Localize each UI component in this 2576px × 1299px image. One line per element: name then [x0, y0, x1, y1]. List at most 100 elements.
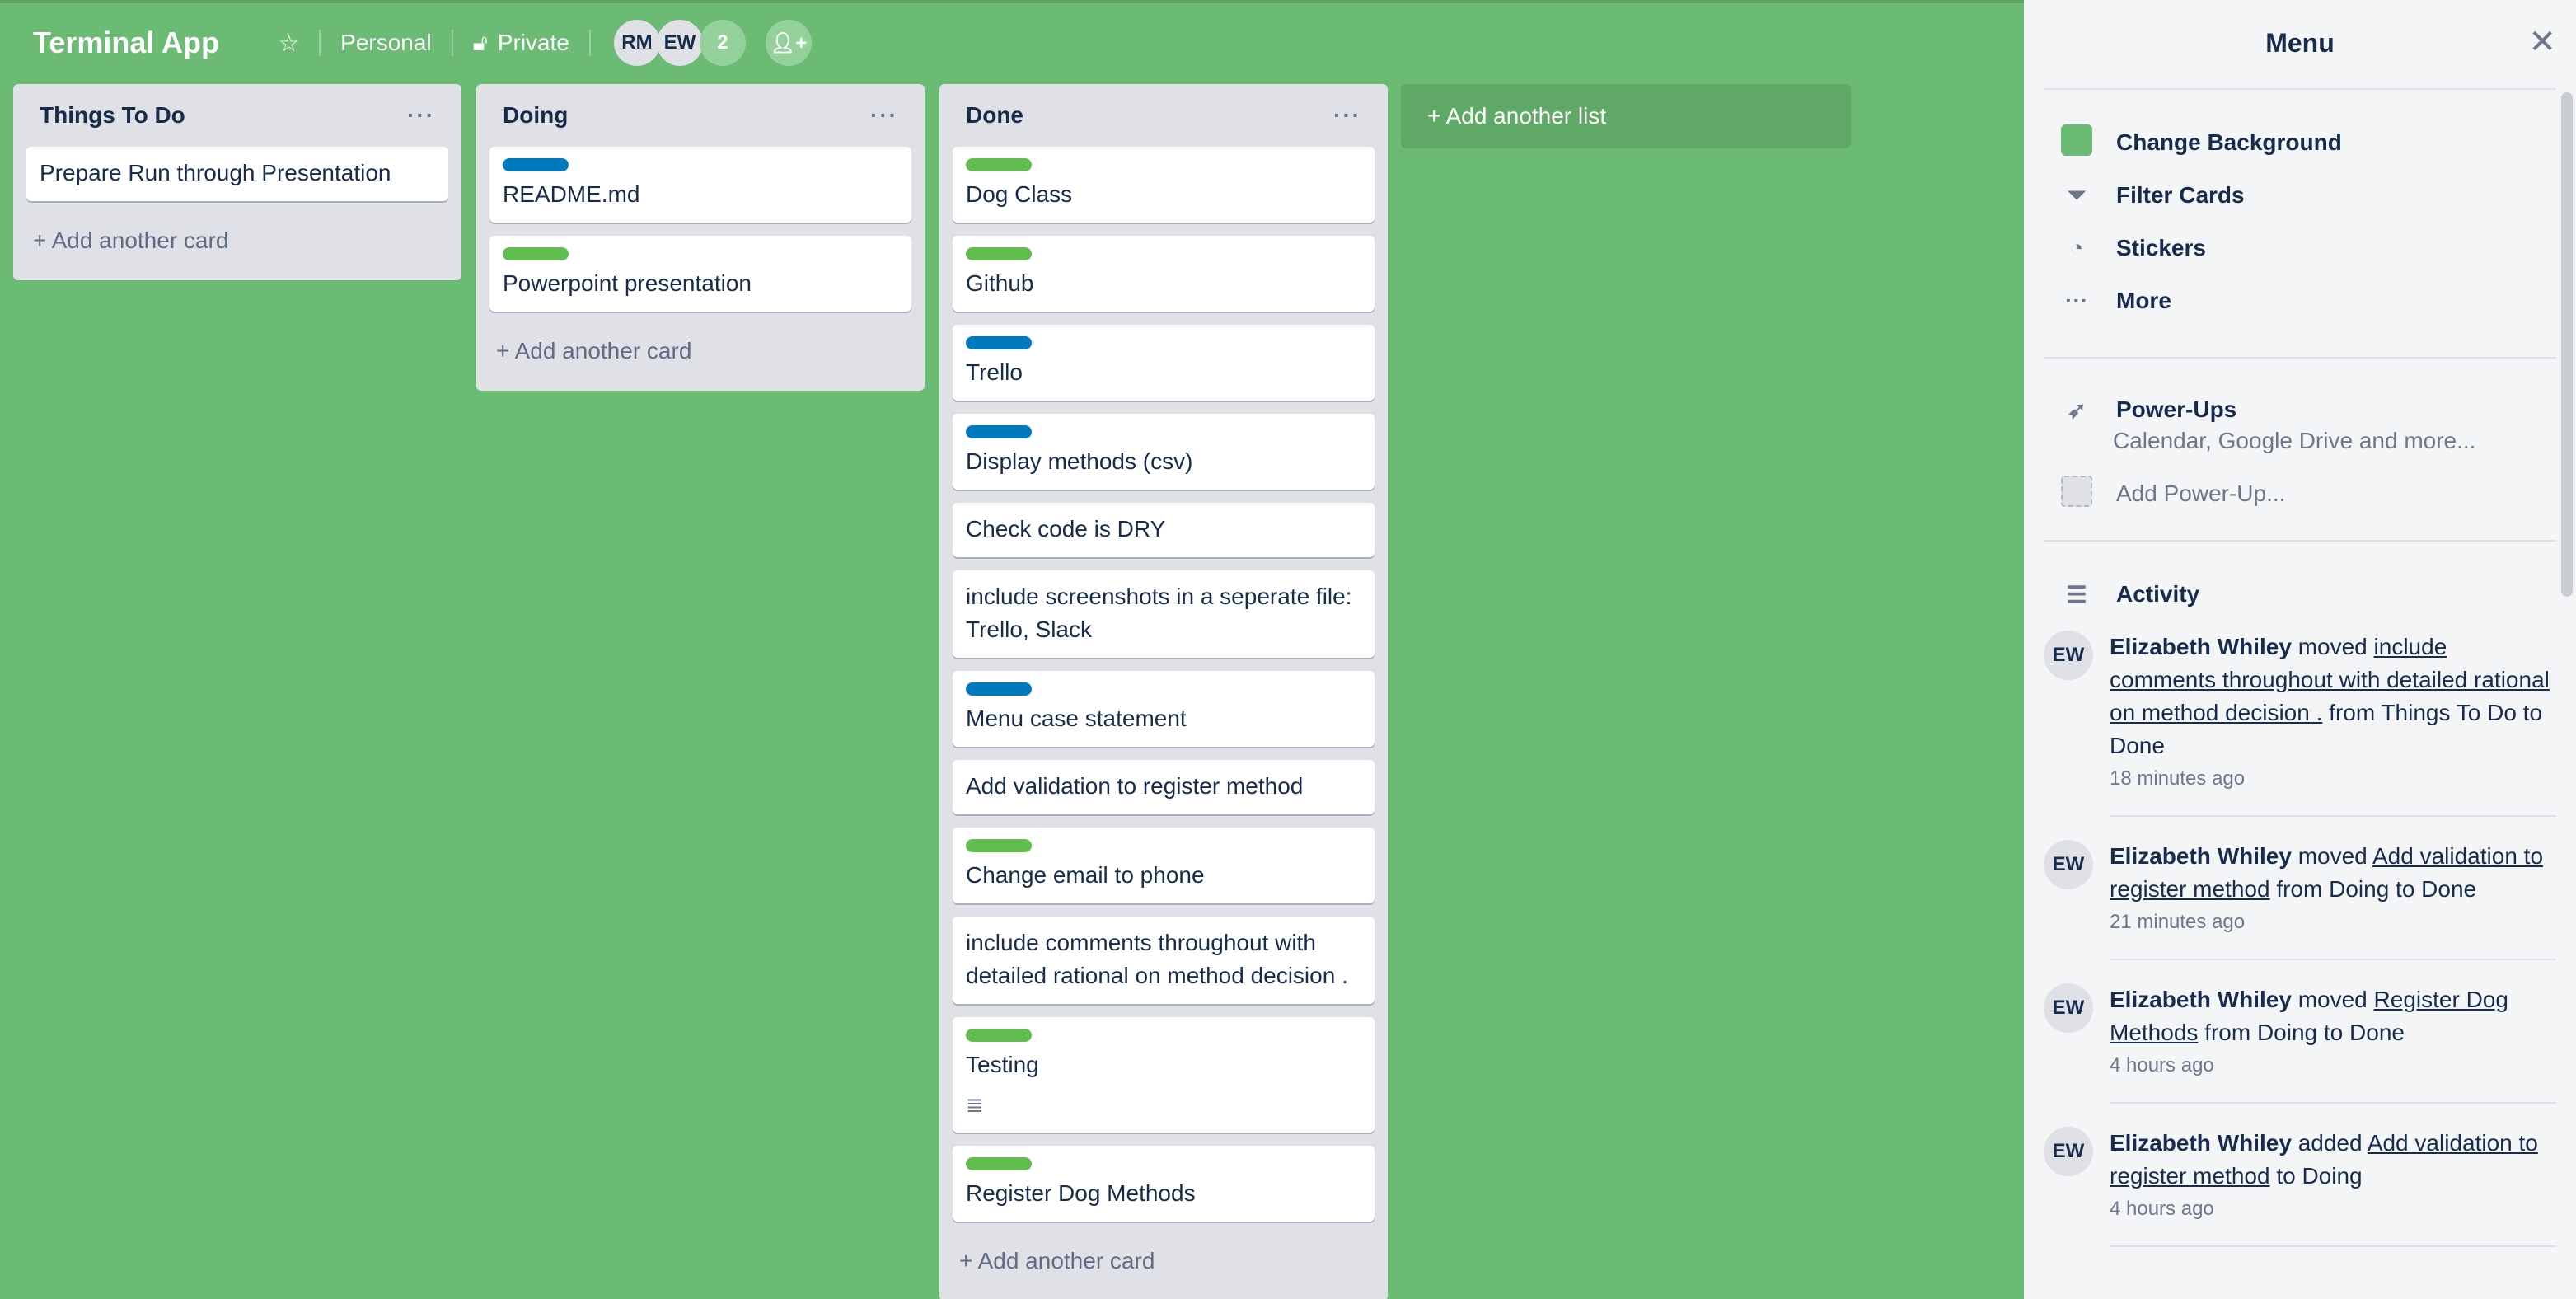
list-name[interactable]: Doing: [503, 102, 568, 129]
activity-time[interactable]: 4 hours ago: [2110, 1049, 2556, 1082]
menu-item-label: Stickers: [2116, 235, 2206, 260]
menu-item-stickers[interactable]: ◔ Stickers: [2024, 222, 2576, 274]
more-icon[interactable]: ···: [1333, 102, 1361, 129]
activity-rest: to Doing: [2269, 1163, 2363, 1189]
activity-text: Elizabeth Whiley moved Add validation to…: [2110, 840, 2556, 960]
list-name[interactable]: Things To Do: [40, 102, 185, 129]
card[interactable]: Prepare Run through Presentation: [26, 147, 448, 201]
color-swatch-icon: [2061, 124, 2092, 156]
add-member-icon[interactable]: 👤︎+: [765, 20, 812, 66]
close-icon[interactable]: ✕: [2528, 23, 2556, 61]
visibility-label: Private: [497, 30, 569, 55]
menu-title: Menu: [2265, 28, 2335, 58]
visibility-button[interactable]: 🔓︎ Private: [453, 30, 589, 57]
card[interactable]: Powerpoint presentation: [489, 236, 911, 312]
activity-user[interactable]: Elizabeth Whiley: [2110, 843, 2292, 869]
activity-user[interactable]: Elizabeth Whiley: [2110, 987, 2292, 1012]
menu-panel: Menu ✕ Change Background ⏷ Filter Cards ◔…: [2024, 0, 2576, 1299]
board: Terminal App ☆ Personal 🔓︎ Private RM EW …: [0, 0, 2576, 1299]
activity-user[interactable]: Elizabeth Whiley: [2110, 1130, 2292, 1156]
avatar[interactable]: EW: [2044, 840, 2093, 889]
avatar[interactable]: EW: [2044, 1127, 2093, 1176]
card-title: Register Dog Methods: [966, 1180, 1196, 1206]
power-ups-description: Calendar, Google Drive and more...: [2113, 428, 2476, 453]
activity-item: EW Elizabeth Whiley added Add validation…: [2024, 1127, 2576, 1247]
activity-icon: ☰: [2066, 581, 2087, 607]
activity-rest: from Doing to Done: [2269, 876, 2477, 902]
avatar[interactable]: EW: [2044, 983, 2093, 1033]
menu-item-change-background[interactable]: Change Background: [2024, 116, 2576, 169]
list-name[interactable]: Done: [966, 102, 1023, 129]
scrollbar[interactable]: [2561, 92, 2573, 597]
activity-text: Elizabeth Whiley moved Register Dog Meth…: [2110, 983, 2556, 1104]
card-label: [966, 247, 1032, 260]
activity-verb: moved: [2291, 634, 2374, 659]
menu-item-power-ups[interactable]: ➶ Power-Ups: [2024, 392, 2576, 428]
menu-item-more[interactable]: ··· More: [2024, 274, 2576, 327]
card[interactable]: README.md: [489, 147, 911, 223]
card[interactable]: Add validation to register method: [953, 760, 1375, 814]
activity-text: Elizabeth Whiley moved include comments …: [2110, 631, 2556, 817]
card-title: include comments throughout with detaile…: [966, 930, 1348, 988]
card-title: Github: [966, 270, 1034, 296]
card[interactable]: Check code is DRY: [953, 503, 1375, 557]
divider: [2044, 540, 2556, 542]
divider: [2044, 357, 2556, 359]
board-title[interactable]: Terminal App: [33, 26, 219, 60]
add-card-button[interactable]: + Add another card: [489, 325, 911, 384]
list-header: Doing ···: [489, 84, 911, 147]
card[interactable]: Dog Class: [953, 147, 1375, 223]
activity-time[interactable]: 4 hours ago: [2110, 1193, 2556, 1226]
add-power-up-button[interactable]: Add Power-Up...: [2024, 467, 2576, 520]
add-list-button[interactable]: + Add another list: [1401, 84, 1851, 148]
avatar[interactable]: RM: [613, 20, 660, 66]
card[interactable]: Menu case statement: [953, 671, 1375, 747]
card-title: Add validation to register method: [966, 773, 1304, 799]
card[interactable]: Register Dog Methods: [953, 1146, 1375, 1222]
card-label: [966, 1157, 1032, 1170]
card[interactable]: Testing ≣: [953, 1017, 1375, 1133]
activity-user[interactable]: Elizabeth Whiley: [2110, 634, 2292, 659]
menu-item-label: Power-Ups: [2116, 396, 2237, 422]
card[interactable]: include comments throughout with detaile…: [953, 917, 1375, 1004]
menu-item-label: Change Background: [2116, 129, 2342, 155]
activity-time[interactable]: 18 minutes ago: [2110, 762, 2556, 795]
card[interactable]: Display methods (csv): [953, 414, 1375, 490]
card-title: Testing: [966, 1052, 1039, 1077]
avatar[interactable]: EW: [656, 20, 703, 66]
list-header: Things To Do ···: [26, 84, 448, 147]
add-card-button[interactable]: + Add another card: [953, 1235, 1375, 1294]
menu-item-label: Filter Cards: [2116, 182, 2245, 208]
menu-item-label: Add Power-Up...: [2116, 481, 2286, 506]
avatar[interactable]: EW: [2044, 631, 2093, 680]
card[interactable]: include screenshots in a seperate file: …: [953, 570, 1375, 658]
member-count[interactable]: 2: [699, 20, 746, 66]
card[interactable]: Github: [953, 236, 1375, 312]
card-title: Menu case statement: [966, 706, 1187, 731]
board-header: Terminal App ☆ Personal 🔓︎ Private RM EW …: [0, 3, 2024, 82]
list: Done ··· Dog Class Github Trello Display meth…: [939, 84, 1388, 1299]
menu-item-filter-cards[interactable]: ⏷ Filter Cards: [2024, 169, 2576, 222]
add-card-button[interactable]: + Add another card: [26, 214, 448, 274]
card-label: [966, 682, 1032, 696]
card[interactable]: Change email to phone: [953, 828, 1375, 903]
activity-verb: moved: [2291, 987, 2374, 1012]
activity-rest: from Doing to Done: [2198, 1020, 2405, 1045]
activity-verb: moved: [2291, 843, 2372, 869]
activity-text: Elizabeth Whiley added Add validation to…: [2110, 1127, 2556, 1247]
card-label: [503, 158, 569, 171]
card-title: README.md: [503, 181, 640, 207]
more-icon: ···: [2065, 288, 2088, 313]
star-icon[interactable]: ☆: [259, 30, 319, 57]
card-label: [966, 336, 1032, 349]
more-icon[interactable]: ···: [870, 102, 898, 129]
team-button[interactable]: Personal: [321, 30, 452, 56]
activity-title: Activity: [2116, 581, 2200, 607]
card-title: Dog Class: [966, 181, 1073, 207]
more-icon[interactable]: ···: [407, 102, 435, 129]
card-title: Display methods (csv): [966, 448, 1193, 474]
card[interactable]: Trello: [953, 325, 1375, 401]
card-label: [966, 158, 1032, 171]
activity-time[interactable]: 21 minutes ago: [2110, 906, 2556, 939]
card-title: Powerpoint presentation: [503, 270, 752, 296]
